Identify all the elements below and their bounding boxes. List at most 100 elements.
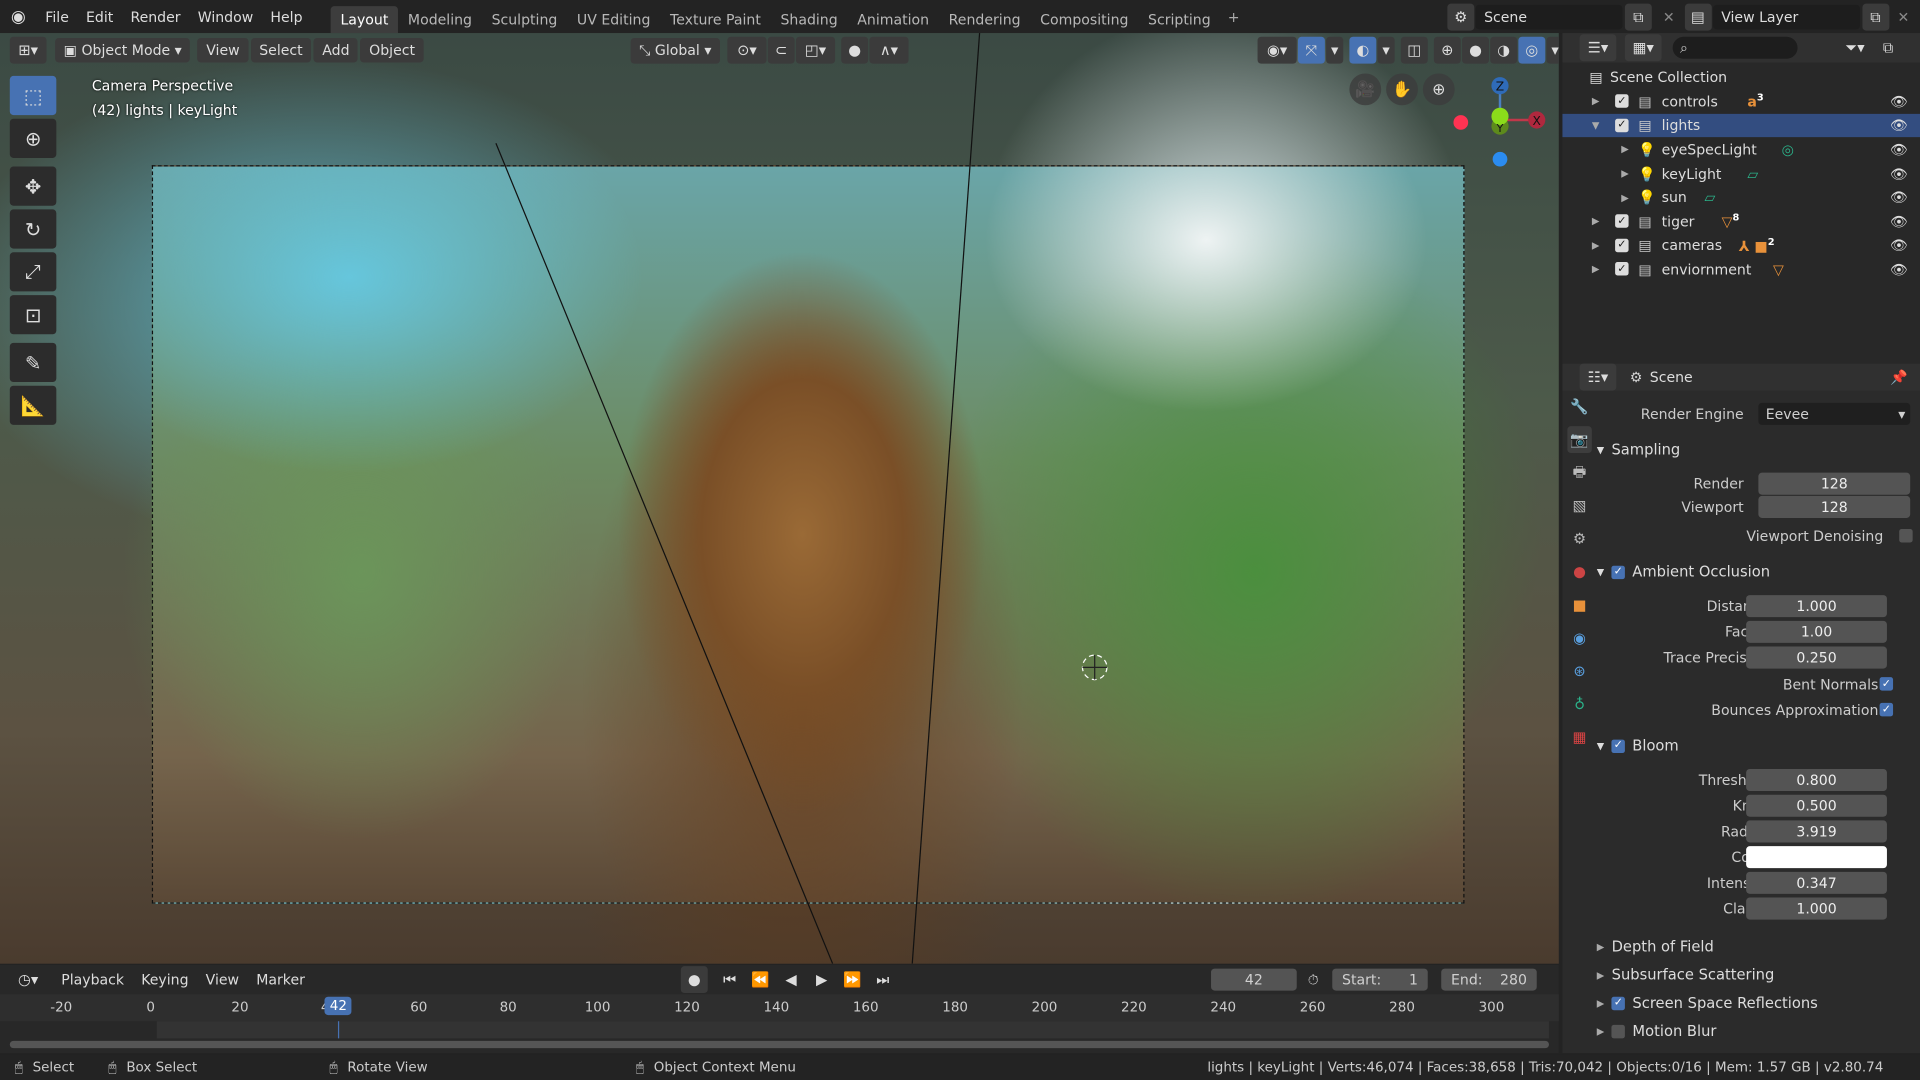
object-data-tab-icon[interactable]: ♁ <box>1567 691 1591 718</box>
visibility-checkbox[interactable]: ✓ <box>1615 118 1629 133</box>
outliner-row[interactable]: ▶ 💡 sun ▱ 👁 <box>1562 185 1920 209</box>
play-icon[interactable]: ▶ <box>808 966 835 993</box>
bloom-radius-field[interactable]: 3.919 <box>1746 819 1887 842</box>
eye-icon[interactable]: 👁 <box>1890 93 1908 110</box>
timeline-menu-view[interactable]: View <box>197 971 248 988</box>
viewport-menu-view[interactable]: View <box>197 37 249 63</box>
ao-distance-field[interactable]: 1.000 <box>1746 594 1887 617</box>
properties-editor-type-icon[interactable]: ☷▾ <box>1579 363 1617 391</box>
pan-hand-icon[interactable]: ✋ <box>1386 73 1418 106</box>
texture-tab-icon[interactable]: ▦ <box>1567 724 1591 751</box>
axis-gizmo[interactable]: Z X Y <box>1445 73 1555 171</box>
rotate-tool-icon[interactable]: ↻ <box>9 209 57 249</box>
bounces-approximation-checkbox[interactable]: ✓ <box>1879 702 1894 717</box>
expand-arrow-icon[interactable]: ▶ <box>1592 240 1600 251</box>
gizmo-icon[interactable]: ⤧ <box>1297 36 1325 64</box>
end-frame-field[interactable]: End: 280 <box>1441 968 1537 991</box>
record-icon[interactable]: ● <box>680 966 708 994</box>
timeline-menu-playback[interactable]: Playback <box>53 971 133 988</box>
viewport-menu-select[interactable]: Select <box>250 37 312 63</box>
tab-uv-editing[interactable]: UV Editing <box>567 6 660 33</box>
expand-arrow-icon[interactable]: ▶ <box>1592 96 1600 107</box>
mode-dropdown[interactable]: ▣ Object Mode ▾ <box>55 37 191 63</box>
ao-checkbox[interactable]: ✓ <box>1611 565 1625 579</box>
blender-logo-icon[interactable]: ◉ <box>0 7 37 27</box>
outliner-row[interactable]: ▶ ✓ ▤ tiger ▽8 👁 <box>1562 209 1920 233</box>
gizmo-dropdown-icon[interactable]: ▾ <box>1326 36 1344 64</box>
object-data-icon[interactable]: a3 <box>1747 92 1763 110</box>
wireframe-shading-icon[interactable]: ⊕ <box>1433 36 1461 64</box>
bloom-threshold-field[interactable]: 0.800 <box>1746 768 1887 791</box>
expand-arrow-icon[interactable]: ▶ <box>1621 168 1629 179</box>
proportional-edit-icon[interactable]: ● <box>841 36 869 64</box>
render-engine-dropdown[interactable]: Eevee ▾ <box>1758 402 1911 425</box>
close-icon[interactable]: ✕ <box>1898 9 1910 26</box>
modifier-tab-icon[interactable]: ◉ <box>1567 624 1591 651</box>
eye-icon[interactable]: 👁 <box>1890 117 1908 134</box>
render-samples-field[interactable]: 128 <box>1758 472 1911 495</box>
frame-ruler[interactable]: -200204060801001201401601802002202402602… <box>0 994 1559 1022</box>
panel-header-subsurface-scattering[interactable]: ▶ Subsurface Scattering <box>1597 961 1918 988</box>
3d-viewport[interactable]: ⊞▾ ▣ Object Mode ▾ View Select Add Object ⤡… <box>0 33 1559 964</box>
expand-arrow-icon[interactable]: ▼ <box>1592 120 1600 131</box>
tool-tab-icon[interactable]: 🔧 <box>1567 393 1591 420</box>
menu-edit[interactable]: Edit <box>77 8 121 25</box>
outliner-row[interactable]: ▶ ✓ ▤ cameras ⅄ ■2 👁 <box>1562 233 1920 257</box>
object-tab-icon[interactable]: ■ <box>1567 591 1591 618</box>
menu-render[interactable]: Render <box>122 8 189 25</box>
pin-icon[interactable]: 📌 <box>1890 369 1908 386</box>
menu-file[interactable]: File <box>37 8 78 25</box>
new-collection-icon[interactable]: ⧉ <box>1875 34 1902 61</box>
eye-icon[interactable]: 👁 <box>1890 141 1908 158</box>
tab-rendering[interactable]: Rendering <box>939 6 1031 33</box>
output-tab-icon[interactable]: 🖶 <box>1567 459 1591 486</box>
outliner-search-input[interactable]: ⌕ <box>1672 36 1798 59</box>
move-tool-icon[interactable]: ✥ <box>9 166 57 206</box>
expand-arrow-icon[interactable]: ▶ <box>1621 192 1629 203</box>
outliner-row[interactable]: ▶ ✓ ▤ controls a3 👁 <box>1562 89 1920 113</box>
expand-arrow-icon[interactable]: ▶ <box>1592 264 1600 275</box>
material-shading-icon[interactable]: ◑ <box>1490 36 1518 64</box>
annotate-tool-icon[interactable]: ✎ <box>9 342 57 383</box>
panel-checkbox[interactable] <box>1611 1024 1626 1038</box>
select-box-tool-icon[interactable]: ⬚ <box>9 75 57 116</box>
snap-icon[interactable]: ⊂ <box>767 36 795 64</box>
start-frame-field[interactable]: Start: 1 <box>1332 968 1428 991</box>
editor-type-icon[interactable]: ⊞▾ <box>9 36 47 64</box>
timeline-scrollbar[interactable] <box>9 1040 1549 1049</box>
outliner-row[interactable]: ▶ 💡 eyeSpecLight ◎ 👁 <box>1562 137 1920 161</box>
timeline-menu-marker[interactable]: Marker <box>248 971 314 988</box>
viewport-denoising-checkbox[interactable] <box>1899 528 1913 543</box>
add-workspace-button[interactable]: + <box>1228 8 1240 25</box>
eye-icon[interactable]: 👁 <box>1890 237 1908 254</box>
close-icon[interactable]: ✕ <box>1663 9 1675 26</box>
overlay-icon[interactable]: ◐ <box>1349 36 1377 64</box>
visibility-checkbox[interactable]: ✓ <box>1615 262 1629 277</box>
transform-tool-icon[interactable]: ⊡ <box>9 295 57 335</box>
ao-panel-header[interactable]: ▾ ✓ Ambient Occlusion <box>1597 558 1918 585</box>
stopwatch-icon[interactable]: ⏱ <box>1308 970 1319 988</box>
outliner-row[interactable]: ▶ ✓ ▤ enviornment ▽ 👁 <box>1562 257 1920 281</box>
eye-icon[interactable]: 👁 <box>1890 261 1908 278</box>
xray-icon[interactable]: ◫ <box>1400 36 1428 64</box>
render-tab-icon[interactable]: 📷 <box>1567 426 1592 454</box>
camera-view-icon[interactable]: 🎥 <box>1349 73 1382 106</box>
tab-texture-paint[interactable]: Texture Paint <box>660 6 770 33</box>
tab-scripting[interactable]: Scripting <box>1138 6 1220 33</box>
object-data-icon[interactable]: ◎ <box>1782 141 1794 158</box>
panel-header-screen-space-reflections[interactable]: ▶ ✓ Screen Space Reflections <box>1597 989 1918 1016</box>
play-reverse-icon[interactable]: ◀ <box>778 966 805 993</box>
panel-checkbox[interactable]: ✓ <box>1611 996 1626 1010</box>
playhead-frame-indicator[interactable]: 42 <box>324 996 352 1016</box>
tab-modeling[interactable]: Modeling <box>398 6 482 33</box>
falloff-icon[interactable]: ∧▾ <box>869 36 909 64</box>
physics-tab-icon[interactable]: ⊛ <box>1567 658 1591 685</box>
ao-precision-field[interactable]: 0.250 <box>1746 645 1887 668</box>
scene-selector-icon[interactable]: ⚙ <box>1447 3 1475 31</box>
solid-shading-icon[interactable]: ● <box>1462 36 1489 64</box>
outliner-editor-type-icon[interactable]: ☰▾ <box>1579 34 1617 62</box>
eye-icon[interactable]: 👁 <box>1890 213 1908 230</box>
object-data-icon[interactable]: ⅄ ■2 <box>1739 236 1775 254</box>
jump-end-icon[interactable]: ⏭ <box>869 966 896 993</box>
display-mode-icon[interactable]: ▦▾ <box>1624 34 1662 62</box>
